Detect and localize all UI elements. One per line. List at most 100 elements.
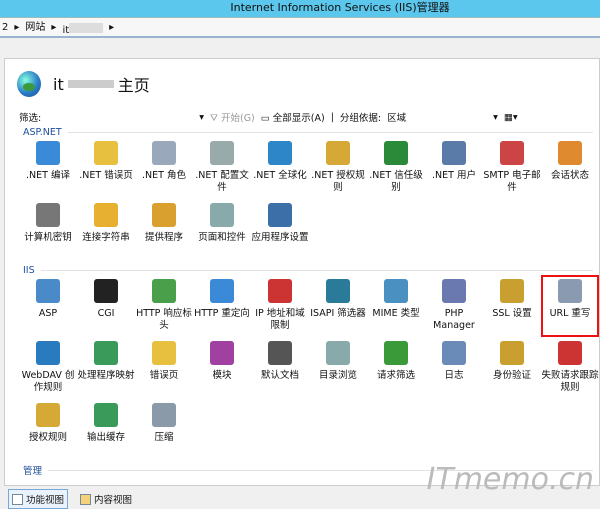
feature-label: SSL 设置 xyxy=(492,308,532,319)
group-by-label: 分组依据: xyxy=(339,113,382,124)
feature-item[interactable]: 连接字符串 xyxy=(77,199,135,261)
feature-label: 模块 xyxy=(212,370,232,381)
server-key-icon xyxy=(36,203,60,227)
feature-item[interactable]: .NET 授权规则 xyxy=(309,137,367,199)
feature-item[interactable]: 授权规则 xyxy=(19,399,77,461)
feature-label: SMTP 电子邮件 xyxy=(483,170,541,193)
feature-item[interactable]: MIME 类型 xyxy=(367,275,425,337)
feature-item[interactable]: .NET 角色 xyxy=(135,137,193,199)
handler-mapping-icon xyxy=(94,341,118,365)
feature-item[interactable]: 页面和控件 xyxy=(193,199,251,261)
feature-label: .NET 授权规则 xyxy=(311,170,365,193)
feature-label: ISAPI 筛选器 xyxy=(310,308,366,319)
feature-label: CGI xyxy=(97,308,115,319)
database-ab-icon xyxy=(94,203,118,227)
feature-item[interactable]: .NET 配置文件 xyxy=(193,137,251,199)
feature-item[interactable]: 目录浏览 xyxy=(309,337,367,399)
window-title: Internet Information Services (IIS)管理器 xyxy=(0,0,600,17)
checklist-icon xyxy=(268,203,292,227)
download-stack-icon xyxy=(36,141,60,165)
chevron-right-icon: ▸ xyxy=(14,22,20,33)
feature-label: 压缩 xyxy=(154,432,174,443)
feature-item[interactable]: IP 地址和域限制 xyxy=(251,275,309,337)
breadcrumb-item[interactable]: 2 xyxy=(2,18,8,36)
feature-item[interactable]: HTTP 响应标头 xyxy=(135,275,193,337)
feature-item[interactable]: 错误页 xyxy=(135,337,193,399)
feature-label: 应用程序设置 xyxy=(251,232,309,243)
feature-item[interactable]: CGI xyxy=(77,275,135,337)
lock-document-icon xyxy=(36,403,60,427)
feature-item[interactable]: ASP xyxy=(19,275,77,337)
breadcrumb[interactable]: 2 ▸ 网站 ▸ it ▸ xyxy=(0,17,600,38)
feature-label: .NET 编译 xyxy=(26,170,70,181)
feature-item[interactable]: 默认文档 xyxy=(251,337,309,399)
padlock-icon xyxy=(500,279,524,303)
start-button[interactable]: ⛛ 开始(G) xyxy=(210,110,255,124)
isapi-filter-icon xyxy=(326,279,350,303)
feature-item[interactable]: ISAPI 筛选器 xyxy=(309,275,367,337)
user-icon xyxy=(442,141,466,165)
feature-label: .NET 用户 xyxy=(432,170,476,181)
lock-document-icon xyxy=(326,141,350,165)
feature-item[interactable]: 应用程序设置 xyxy=(251,199,309,261)
chevron-right-icon: ▸ xyxy=(51,22,57,33)
breadcrumb-item[interactable]: 网站 xyxy=(25,18,45,36)
asp-gear-icon xyxy=(36,279,60,303)
feature-item[interactable]: .NET 信任级别 xyxy=(367,137,425,199)
feature-item[interactable]: 压缩 xyxy=(135,399,193,461)
ip-restrict-icon xyxy=(268,279,292,303)
cgi-icon xyxy=(94,279,118,303)
site-name: it xyxy=(53,74,64,94)
feature-label: 提供程序 xyxy=(144,232,183,243)
feature-item[interactable]: 输出缓存 xyxy=(77,399,135,461)
feature-label: 目录浏览 xyxy=(318,370,357,381)
feature-label: .NET 信任级别 xyxy=(369,170,423,193)
feature-item[interactable]: 模块 xyxy=(193,337,251,399)
feature-item[interactable]: PHP Manager xyxy=(425,275,483,337)
feature-label: 计算机密钥 xyxy=(24,232,72,243)
feature-item[interactable]: .NET 编译 xyxy=(19,137,77,199)
content-view-tab[interactable]: 内容视图 xyxy=(76,489,136,509)
view-mode-icon[interactable]: ▦▾ xyxy=(504,112,518,123)
feature-item[interactable]: 失败请求跟踪规则 xyxy=(541,337,599,399)
feature-item[interactable]: SMTP 电子邮件 xyxy=(483,137,541,199)
feature-item[interactable]: 计算机密钥 xyxy=(19,199,77,261)
php-icon xyxy=(442,279,466,303)
content-view-icon xyxy=(80,493,92,505)
config-windows-icon xyxy=(210,141,234,165)
feature-item[interactable]: 处理程序映射 xyxy=(77,337,135,399)
feature-label: .NET 全球化 xyxy=(253,170,307,181)
features-panel: it 主页 筛选: ▾ ⛛ 开始(G) ▭ 全部显示(A) | 分组依据: 区域 … xyxy=(4,58,600,486)
http-headers-icon xyxy=(152,279,176,303)
feature-item[interactable]: 日志 xyxy=(425,337,483,399)
feature-item[interactable]: 身份验证 xyxy=(483,337,541,399)
directory-browse-icon xyxy=(326,341,350,365)
feature-item[interactable]: WebDAV 创作规则 xyxy=(19,337,77,399)
page-title: it 主页 xyxy=(53,72,150,96)
output-cache-icon xyxy=(94,403,118,427)
feature-item[interactable]: .NET 全球化 xyxy=(251,137,309,199)
feature-item[interactable]: URL 重写 xyxy=(541,275,599,337)
feature-item[interactable]: .NET 错误页 xyxy=(77,137,135,199)
feature-item[interactable]: SSL 设置 xyxy=(483,275,541,337)
error-404-icon xyxy=(94,141,118,165)
feature-label: 页面和控件 xyxy=(198,232,246,243)
feature-item[interactable]: 请求筛选 xyxy=(367,337,425,399)
group-by-select[interactable]: 区域 xyxy=(387,110,487,124)
feature-item[interactable]: 会话状态 xyxy=(541,137,599,199)
feature-item[interactable]: HTTP 重定向 xyxy=(193,275,251,337)
breadcrumb-item[interactable]: it xyxy=(62,18,104,36)
features-view-tab[interactable]: 功能视图 xyxy=(8,489,69,509)
dropdown-icon[interactable]: ▾ xyxy=(199,112,204,123)
feature-item[interactable]: 提供程序 xyxy=(135,199,193,261)
redacted xyxy=(67,80,114,88)
dropdown-icon[interactable]: ▾ xyxy=(493,112,498,123)
feature-label: 日志 xyxy=(444,370,464,381)
show-all-button[interactable]: ▭ 全部显示(A) xyxy=(261,110,325,124)
request-filter-icon xyxy=(384,341,408,365)
feature-label: .NET 配置文件 xyxy=(195,170,249,193)
log-icon xyxy=(442,341,466,365)
feature-item[interactable]: .NET 用户 xyxy=(425,137,483,199)
redacted xyxy=(69,23,104,33)
feature-label: IP 地址和域限制 xyxy=(255,308,305,331)
